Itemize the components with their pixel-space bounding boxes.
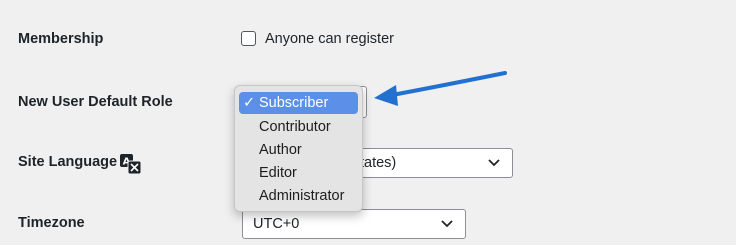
role-option-subscriber[interactable]: ✓ Subscriber [239, 92, 358, 114]
timezone-label: Timezone [18, 215, 85, 231]
role-option-contributor[interactable]: Contributor [239, 116, 358, 138]
chevron-down-icon [441, 220, 453, 228]
default-role-label: New User Default Role [18, 94, 173, 110]
membership-label: Membership [18, 31, 104, 47]
default-role-dropdown-menu: ✓ Subscriber Contributor Author Editor Ad… [234, 85, 363, 212]
checkmark-icon: ✓ [243, 95, 256, 111]
chevron-down-icon [488, 159, 500, 167]
translate-icon: A [120, 154, 142, 175]
anyone-can-register-label[interactable]: Anyone can register [265, 31, 394, 47]
role-option-author[interactable]: Author [239, 139, 358, 161]
role-option-editor[interactable]: Editor [239, 162, 358, 184]
role-option-administrator[interactable]: Administrator [239, 185, 358, 207]
annotation-arrow-icon [374, 71, 507, 106]
site-language-label: Site Language [18, 154, 118, 170]
timezone-select[interactable]: UTC+0 [242, 209, 466, 239]
anyone-can-register-checkbox[interactable] [241, 31, 256, 46]
site-language-value: tates) [360, 155, 397, 171]
timezone-value: UTC+0 [253, 216, 300, 232]
